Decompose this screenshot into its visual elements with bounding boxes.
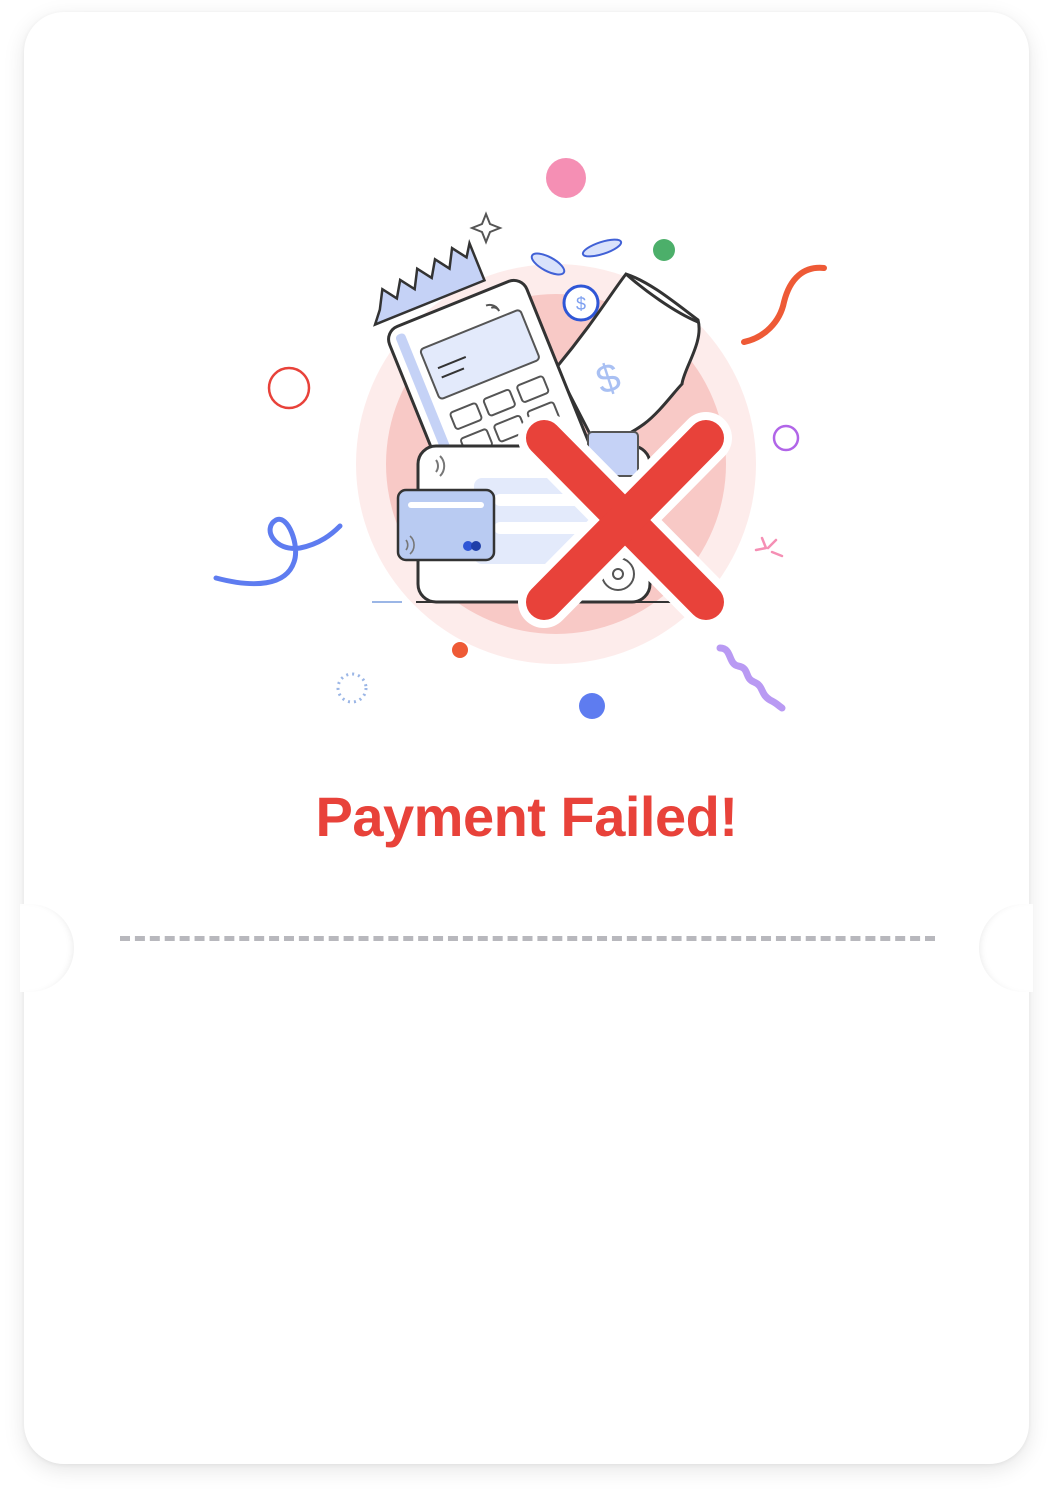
payment-status-card: $ $ Payment Failed! (20, 12, 1033, 1464)
confetti-dot-blue (579, 693, 605, 719)
svg-text:$: $ (576, 294, 586, 314)
ticket-notch-left (20, 904, 74, 992)
sparkle-icon (469, 211, 503, 245)
screen: $ $ Payment Failed! (0, 0, 1053, 1500)
credit-card-icon (396, 488, 496, 562)
confetti-dot-orange (452, 642, 468, 658)
payment-failed-icon: $ $ (213, 158, 827, 719)
confetti-dot-pink (546, 158, 586, 198)
confetti-ring-dotted (336, 672, 368, 704)
dashed-divider (120, 936, 935, 941)
confetti-ring-purple (772, 424, 800, 452)
confetti-ring-red (267, 366, 311, 410)
payment-failed-illustration: $ $ (204, 142, 844, 732)
ticket-notch-right (979, 904, 1033, 992)
payment-status-title: Payment Failed! (315, 785, 738, 848)
confetti-dot-green (653, 239, 675, 261)
